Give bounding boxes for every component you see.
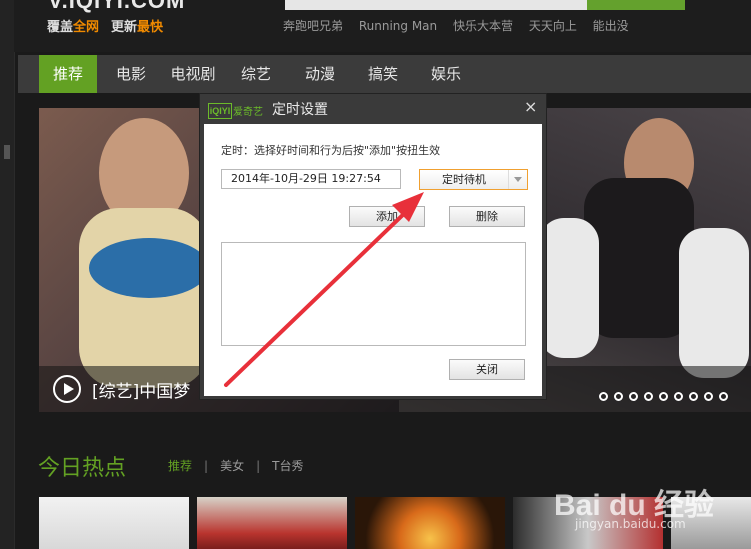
slogan-b-plain: 更新 xyxy=(111,20,138,35)
dialog-titlebar[interactable]: iQIYI 爱奇艺 定时设置 × xyxy=(200,94,546,124)
nav-item-variety[interactable]: 综艺 xyxy=(230,55,282,93)
nav-item-recommend[interactable]: 推荐 xyxy=(39,55,97,93)
slide-dot[interactable] xyxy=(644,392,653,401)
close-button[interactable]: 关闭 xyxy=(449,359,525,380)
dialog-instruction: 定时：选择好时间和行为后按"添加"按扭生效 xyxy=(221,144,441,157)
site-logo[interactable]: V.IQIYI.COM xyxy=(48,0,185,14)
video-thumbnail[interactable] xyxy=(355,497,505,549)
performer-body xyxy=(79,208,209,388)
left-edge-strip xyxy=(0,0,15,549)
show-logo-prop xyxy=(89,238,209,298)
slide-dot[interactable] xyxy=(629,392,638,401)
play-icon[interactable] xyxy=(53,375,81,403)
scroll-marker xyxy=(4,145,10,159)
tab-recommend[interactable]: 推荐 xyxy=(168,459,192,473)
slide-dot[interactable] xyxy=(674,392,683,401)
hot-section-title: 今日热点 xyxy=(38,456,127,481)
tab-runway[interactable]: T台秀 xyxy=(272,459,303,473)
add-button[interactable]: 添加 xyxy=(349,206,425,227)
main-nav: 推荐 电影 电视剧 综艺 动漫 搞笑 娱乐 xyxy=(18,55,751,93)
site-slogan: 覆盖全网 更新最快 xyxy=(47,16,163,35)
dancer-body xyxy=(584,178,694,338)
tab-separator: | xyxy=(256,459,261,473)
site-header: V.IQIYI.COM 覆盖全网 更新最快 奔跑吧兄弟 Running Man 快… xyxy=(14,0,751,52)
baidu-watermark: Bai du 经验 jingyan.baidu.com xyxy=(546,470,746,545)
action-selected-value: 定时待机 xyxy=(442,173,486,186)
nav-item-tv[interactable]: 电视剧 xyxy=(164,55,222,93)
logo-mark: iQIYI xyxy=(208,102,232,119)
hot-section-tabs: 推荐 | 美女 | T台秀 xyxy=(168,457,303,474)
dialog-body: 定时：选择好时间和行为后按"添加"按扭生效 2014年-10月-29日 19:2… xyxy=(204,124,542,396)
slide-dot[interactable] xyxy=(689,392,698,401)
nav-item-anime[interactable]: 动漫 xyxy=(294,55,346,93)
slide-dot[interactable] xyxy=(599,392,608,401)
slogan-a-plain: 覆盖 xyxy=(47,20,74,35)
logo-text: 爱奇艺 xyxy=(233,107,263,118)
slide-indicators xyxy=(599,386,734,405)
hot-word[interactable]: 天天向上 xyxy=(529,19,577,33)
datetime-field[interactable]: 2014年-10月-29日 19:27:54 xyxy=(221,169,401,189)
scheduled-task-list[interactable] xyxy=(221,242,526,346)
video-thumbnail[interactable] xyxy=(197,497,347,549)
iqiyi-logo-icon: iQIYI 爱奇艺 xyxy=(208,100,263,119)
nav-item-entertainment[interactable]: 娱乐 xyxy=(420,55,472,93)
tab-beauty[interactable]: 美女 xyxy=(220,459,244,473)
hot-word[interactable]: 奔跑吧兄弟 xyxy=(283,19,343,33)
close-icon[interactable]: × xyxy=(524,97,537,116)
delete-button[interactable]: 删除 xyxy=(449,206,525,227)
search-input[interactable] xyxy=(285,0,587,10)
hot-word[interactable]: 快乐大本营 xyxy=(453,19,513,33)
slide-dot[interactable] xyxy=(659,392,668,401)
hot-word[interactable]: 能出没 xyxy=(593,19,629,33)
search-button[interactable] xyxy=(587,0,685,10)
hot-word[interactable]: Running Man xyxy=(359,19,437,33)
timer-settings-dialog: iQIYI 爱奇艺 定时设置 × 定时：选择好时间和行为后按"添加"按扭生效 20… xyxy=(199,93,547,400)
dialog-title: 定时设置 xyxy=(272,102,328,118)
video-thumbnail[interactable] xyxy=(39,497,189,549)
action-dropdown[interactable]: 定时待机 xyxy=(419,169,528,190)
slide-dot[interactable] xyxy=(704,392,713,401)
backup-dancer-left xyxy=(539,218,599,358)
slide-dot[interactable] xyxy=(614,392,623,401)
slide-dot[interactable] xyxy=(719,392,728,401)
slogan-b-highlight: 最快 xyxy=(137,20,164,35)
backup-dancer-right xyxy=(679,228,749,378)
tab-separator: | xyxy=(204,459,209,473)
slogan-a-highlight: 全网 xyxy=(73,20,100,35)
chevron-down-icon[interactable] xyxy=(508,170,528,189)
watermark-url: jingyan.baidu.com xyxy=(575,517,686,531)
nav-item-movies[interactable]: 电影 xyxy=(106,55,156,93)
nav-item-funny[interactable]: 搞笑 xyxy=(358,55,408,93)
banner-caption[interactable]: [综艺]中国梦 xyxy=(92,377,190,402)
hot-search-words: 奔跑吧兄弟 Running Man 快乐大本营 天天向上 能出没 xyxy=(283,17,641,34)
